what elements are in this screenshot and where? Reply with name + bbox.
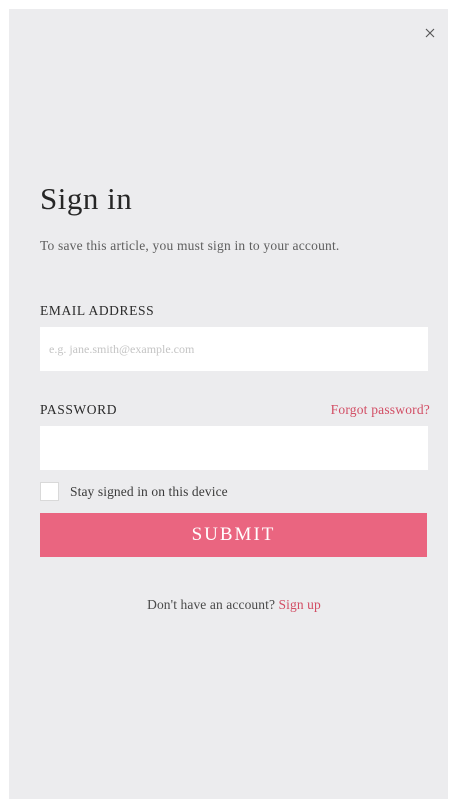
close-button[interactable] — [418, 21, 442, 45]
close-icon — [425, 28, 435, 38]
sign-up-link[interactable]: Sign up — [279, 597, 321, 612]
email-field[interactable] — [40, 327, 428, 371]
sign-in-form: Sign in To save this article, you must s… — [40, 179, 430, 613]
signup-prompt-text: Don't have an account? — [147, 597, 279, 612]
stay-signed-in-label: Stay signed in on this device — [70, 483, 228, 499]
password-label: PASSWORD — [40, 402, 118, 417]
submit-button[interactable]: SUBMIT — [40, 513, 427, 557]
stay-signed-in-option[interactable]: Stay signed in on this device — [40, 482, 430, 501]
subtitle: To save this article, you must sign in t… — [40, 238, 340, 253]
forgot-password-link[interactable]: Forgot password? — [331, 402, 430, 418]
email-label: EMAIL ADDRESS — [40, 303, 155, 318]
password-label-row: PASSWORD Forgot password? — [40, 402, 430, 418]
sign-in-modal: Sign in To save this article, you must s… — [9, 9, 448, 799]
signup-prompt: Don't have an account? Sign up — [40, 597, 428, 613]
page-title: Sign in — [40, 181, 133, 216]
password-field[interactable] — [40, 426, 428, 470]
stay-signed-in-checkbox[interactable] — [40, 482, 59, 501]
